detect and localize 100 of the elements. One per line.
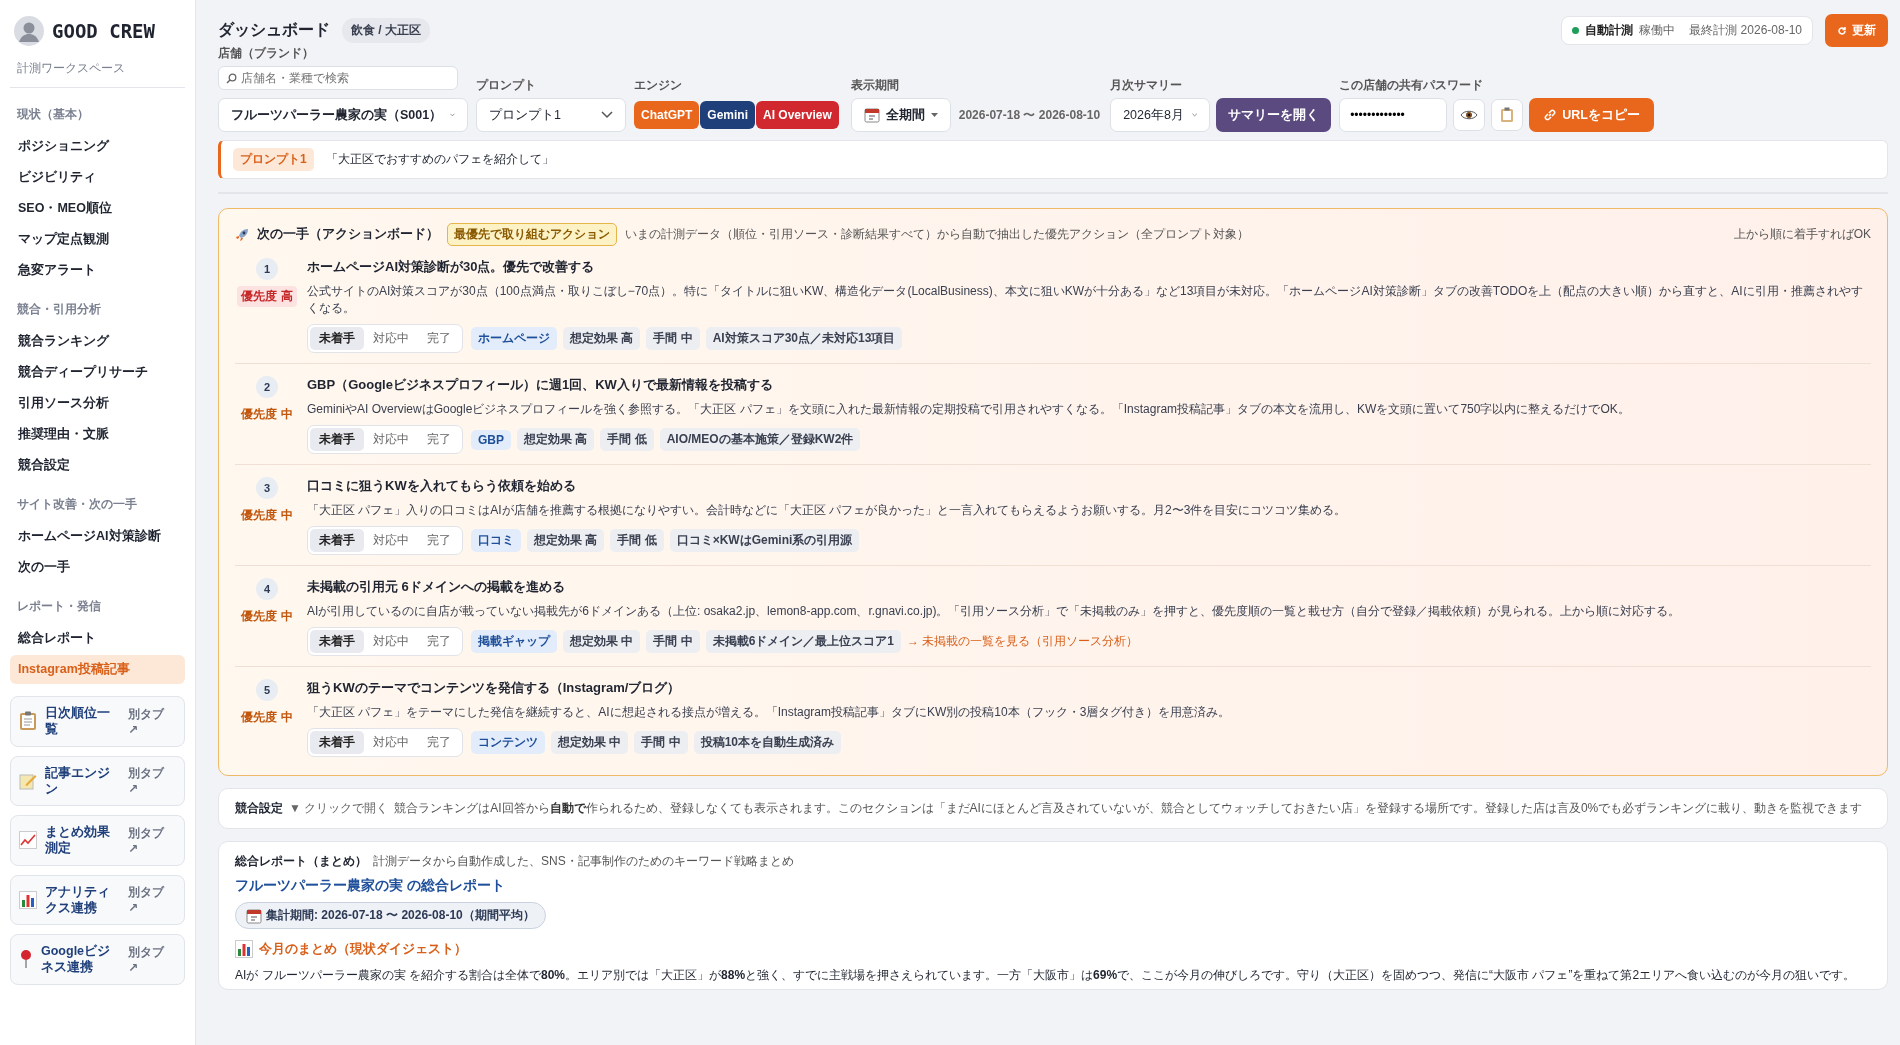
- priority-label: 優先度 高: [237, 286, 297, 307]
- status-option[interactable]: 完了: [418, 428, 460, 451]
- sidebar-item[interactable]: 引用ソース分析: [10, 389, 185, 418]
- chevron-down-icon: [601, 111, 613, 119]
- action-description: AIが引用しているのに自店が載っていない掲載先が6ドメインある（上位: osaka2.jp、lemon8-app.com、r.gnavi.co.jp)。「引用ソース分析」で「未掲載のみ」を押すと、優先度順の一覧と載せ方（自分で登録／掲載依頼）が見られる。上から順に対応する。: [307, 603, 1682, 620]
- search-icon: [226, 73, 237, 84]
- item-number: 2: [256, 376, 278, 398]
- status-option[interactable]: 未着手: [310, 731, 364, 754]
- action-title: GBP（Googleビジネスプロフィール）に週1回、KW入りで最新情報を投稿する: [307, 376, 774, 394]
- section-title: 総合レポート（まとめ）: [235, 853, 367, 870]
- info-tag: 口コミ×KWはGemini系の引用源: [669, 529, 860, 552]
- status-option[interactable]: 完了: [418, 327, 460, 350]
- status-option[interactable]: 完了: [418, 630, 460, 653]
- section-heading: 現状（基本）: [15, 106, 90, 123]
- info-tag: 手間 中: [646, 327, 700, 350]
- search-field[interactable]: 店舗名・業種で検索: [218, 66, 458, 90]
- prompt-select[interactable]: プロンプト1: [476, 98, 626, 132]
- info-tag: 手間 中: [634, 731, 688, 754]
- field-label: 月次サマリー: [1110, 77, 1184, 94]
- field-label: 店舗（ブランド）: [218, 45, 315, 62]
- link-icon: [1543, 108, 1558, 122]
- category-tag: ホームページ: [471, 327, 557, 350]
- priority-label: 優先度 中: [240, 406, 294, 423]
- category-tag: コンテンツ: [471, 731, 545, 754]
- summary-heading: 今月のまとめ（現状ダイジェスト）: [259, 940, 467, 958]
- sidebar-item[interactable]: ビジビリティ: [10, 163, 185, 192]
- board-hint: 上から順に着手すればOK: [1733, 226, 1871, 243]
- sidebar-item[interactable]: ホームページAI対策診断: [10, 522, 185, 551]
- sidebar-item[interactable]: ポジショニング: [10, 132, 185, 161]
- status-option[interactable]: 未着手: [310, 529, 364, 552]
- status-option[interactable]: 未着手: [310, 630, 364, 653]
- store-select[interactable]: フルーツパーラー農家の実（S001）: [218, 98, 468, 132]
- action-description: 「大正区 パフェ」をテーマにした発信を継続すると、AIに想起される接点が増える。「Instagram投稿記事」タブにKW別の投稿10本（フック・3層タグ付き）を用意済み。: [307, 704, 1232, 721]
- external-link[interactable]: まとめ効果測定 別タブ ↗: [10, 815, 185, 866]
- field-label: この店舗の共有パスワード: [1339, 77, 1485, 94]
- item-number: 3: [256, 477, 278, 499]
- external-link[interactable]: Googleビジネス連携 別タブ ↗: [10, 934, 185, 985]
- chevron-down-icon: [450, 111, 455, 119]
- priority-label: 優先度 中: [240, 608, 294, 625]
- action-description: 「大正区 パフェ」入りの口コミはAIが店舗を推薦する根拠になりやすい。会計時などに「大正区 パフェが良かった」と一言入れてもらえるようお願いする。月2〜3件を目安にコツコツ集める。: [307, 502, 1348, 519]
- report-link[interactable]: フルーツパーラー農家の実 の総合レポート: [235, 877, 505, 895]
- status-option[interactable]: 対応中: [364, 630, 418, 653]
- section-heading: レポート・発信: [16, 598, 102, 615]
- action-title: 未掲載の引用元 6ドメインへの掲載を進める: [307, 578, 566, 596]
- external-link[interactable]: アナリティクス連携 別タブ ↗: [10, 874, 185, 925]
- pin-icon: [19, 949, 33, 970]
- sidebar-item[interactable]: 競合ディープリサーチ: [10, 358, 185, 387]
- field-label: プロンプト: [476, 77, 537, 94]
- calendar-icon: [246, 907, 262, 924]
- refresh-icon: [1837, 25, 1847, 36]
- expand-toggle[interactable]: ▼ クリックで開く: [289, 800, 389, 817]
- chevron-down-icon: [1191, 111, 1198, 119]
- section-description: 競合ランキングはAI回答から自動で作られるため、登録しなくても表示されます。このセクションは「まだAIにほとんど言及されていないが、競合としてウォッチしておきたい店」を登録する場所です。登録した店は言及0%でも必ずランキングに載り、動きを監視できます: [394, 800, 1863, 817]
- bar-chart-icon: [19, 890, 37, 909]
- status-option[interactable]: 対応中: [364, 529, 418, 552]
- engine-toggle[interactable]: AI Overview: [756, 101, 839, 129]
- clipboard-icon: [19, 711, 37, 732]
- info-tag: 未掲載6ドメイン／最上位スコア1: [705, 630, 902, 653]
- external-link[interactable]: 記事エンジン 別タブ ↗: [10, 755, 185, 806]
- external-link[interactable]: 日次順位一覧 別タブ ↗: [10, 696, 185, 747]
- show-password-button[interactable]: [1453, 99, 1486, 131]
- period-select[interactable]: 全期間: [850, 98, 951, 132]
- date-range: 2026-07-18 〜 2026-08-10: [957, 106, 1102, 124]
- source-link[interactable]: → 未掲載の一覧を見る（引用ソース分析）: [907, 633, 1139, 650]
- sidebar-item[interactable]: 急変アラート: [10, 256, 185, 285]
- status-option[interactable]: 完了: [418, 529, 460, 552]
- open-summary-button[interactable]: サマリーを開く: [1216, 98, 1332, 132]
- status-option[interactable]: 対応中: [364, 327, 418, 350]
- sidebar-item[interactable]: 競合ランキング: [10, 327, 185, 356]
- priority-label: 優先度 中: [240, 507, 294, 524]
- status-option[interactable]: 未着手: [310, 428, 364, 451]
- password-field[interactable]: •••••••••••••: [1339, 98, 1448, 132]
- page-title: ダッシュボード: [218, 20, 330, 40]
- field-label: 表示期間: [850, 77, 900, 94]
- sidebar-item[interactable]: 次の一手: [10, 553, 185, 582]
- status-option[interactable]: 完了: [418, 731, 460, 754]
- status-option[interactable]: 対応中: [364, 731, 418, 754]
- sidebar-item[interactable]: 推奨理由・文脈: [10, 420, 185, 449]
- section-heading: サイト改善・次の一手: [16, 496, 138, 513]
- status-option[interactable]: 未着手: [310, 327, 364, 350]
- item-number: 4: [256, 578, 278, 600]
- sidebar-item[interactable]: 競合設定: [10, 451, 185, 480]
- status-option[interactable]: 対応中: [364, 428, 418, 451]
- sidebar-item[interactable]: マップ定点観測: [10, 225, 185, 254]
- action-title: 口コミに狙うKWを入れてもらう依頼を始める: [307, 477, 577, 495]
- engine-toggle[interactable]: Gemini: [700, 101, 756, 129]
- month-select[interactable]: 2026年8月: [1110, 98, 1211, 132]
- info-tag: 想定効果 高: [563, 327, 641, 350]
- avatar-icon: [14, 16, 44, 46]
- summary-text: AIが フルーツパーラー農家の実 を紹介する割合は全体で80%。エリア別では「大正区」が88%と強く、すでに主戦場を押さえられています。一方「大阪市」は69%で、ここが今月の伸びしろです。守り（大正区）を固めつつ、発信に“大阪市 パフェ”を重ねて第2エリアへ食い込むのが今月の狙いです。: [235, 967, 1856, 984]
- action-description: GeminiやAI OverviewはGoogleビジネスプロフィールを強く参照する。「大正区 パフェ」を文頭に入れた最新情報の定期投稿で引用されやすくなる。「Instagram投稿記事」タブの本文を流用し、KWを文頭に置いて750字以内に整えるだけでOK。: [307, 401, 1631, 418]
- board-description: いまの計測データ（順位・引用ソース・診断結果すべて）から自動で抽出した優先アクション（全プロンプト対象）: [625, 226, 1249, 243]
- sidebar-item[interactable]: SEO・MEO順位: [10, 194, 185, 223]
- eye-icon: [1460, 109, 1479, 121]
- category-badge: 飲食 / 大正区: [342, 18, 430, 43]
- sidebar-item[interactable]: 総合レポート: [10, 624, 185, 653]
- section-description: 計測データから自動作成した、SNS・記事制作のためのキーワード戦略まとめ: [373, 853, 794, 870]
- info-tag: 想定効果 中: [551, 731, 629, 754]
- info-tag: 想定効果 高: [527, 529, 605, 552]
- category-tag: GBP: [471, 429, 511, 450]
